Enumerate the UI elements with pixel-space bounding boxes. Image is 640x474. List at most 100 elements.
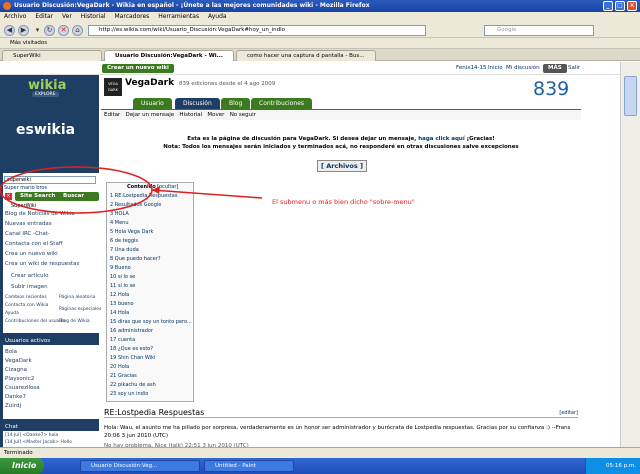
crear-articulo-link[interactable]: Crear artículo <box>11 273 48 279</box>
menu-herramientas[interactable]: Herramientas <box>158 13 199 20</box>
toc-item[interactable]: 16 administrador <box>110 328 198 334</box>
toc-item[interactable]: 2 Resultados Google <box>110 202 198 208</box>
menu-ver[interactable]: Ver <box>62 13 72 20</box>
back-icon[interactable]: ◀ <box>4 25 15 36</box>
start-button[interactable]: Inicio <box>0 458 44 474</box>
history-action[interactable]: Historial <box>179 112 202 118</box>
sidebar-item-nuevas-entradas[interactable]: Nuevas entradas <box>5 221 52 227</box>
toc-item[interactable]: 5 Hola Vega Dark <box>110 229 198 235</box>
tab-contribuciones[interactable]: Contribuciones <box>251 98 313 109</box>
forward-icon[interactable]: ▶ <box>18 25 29 36</box>
click-here-link[interactable]: haga click aquí <box>418 136 465 142</box>
move-action[interactable]: Mover <box>207 112 224 118</box>
toc-item[interactable]: 7 Una duda <box>110 247 198 253</box>
buscar-web-button[interactable]: Buscar Web <box>58 192 99 208</box>
search-input[interactable]: Google <box>484 25 594 36</box>
user-link[interactable]: Danke7 <box>5 394 26 400</box>
toc-item[interactable]: 20 Hola <box>110 364 198 370</box>
tab-usuario[interactable]: Usuario <box>133 98 172 109</box>
edit-action[interactable]: Editar <box>104 112 120 118</box>
toc-item[interactable]: 19 Shin Chan Wiki <box>110 355 198 361</box>
search-suggestion[interactable]: Super mario bros <box>4 185 47 191</box>
toc-hide-link[interactable]: [ocultar] <box>157 184 178 190</box>
subir-imagen-link[interactable]: Subir imagen <box>11 284 48 290</box>
user-link[interactable]: Zuirdj <box>5 403 21 409</box>
sidebar-item-crea-wiki[interactable]: Crea un nuevo wiki <box>5 251 58 257</box>
task-paint[interactable]: Untitled - Paint <box>204 460 294 472</box>
scrollbar[interactable] <box>620 62 640 447</box>
message-action[interactable]: Dejar un mensaje <box>126 112 175 118</box>
link-contacta-wikia[interactable]: Contacta con Wikia <box>5 303 48 308</box>
toc-item[interactable]: 22 pikachu de ash <box>110 382 198 388</box>
tab-blog[interactable]: Blog <box>221 98 251 109</box>
menu-marcadores[interactable]: Marcadores <box>115 13 150 20</box>
link-ayuda[interactable]: Ayuda <box>5 311 19 316</box>
url-input[interactable]: http://es.wikia.com/wiki/Usuario_Discusi… <box>88 25 426 36</box>
maximize-button[interactable]: □ <box>615 1 625 11</box>
toc-item[interactable]: 14 Hola <box>110 310 198 316</box>
tab-usuario-discusion[interactable]: Usuario Discusión:VegaDark - Wi... <box>104 50 234 61</box>
menu-historial[interactable]: Historial <box>81 13 106 20</box>
logout-link[interactable]: Salir <box>568 65 580 71</box>
toc-item[interactable]: 12 Hola <box>110 292 198 298</box>
sidebar-item-canal-irc[interactable]: Canal IRC -Chat- <box>5 231 50 237</box>
unfollow-action[interactable]: No seguir <box>230 112 256 118</box>
create-wiki-button[interactable]: Crear un nuevo wiki <box>102 64 174 73</box>
bookmark-mas-visitados[interactable]: Más visitados <box>10 40 47 46</box>
link-contribuciones[interactable]: Contribuciones del usuario <box>5 319 65 324</box>
wikia-logo[interactable]: wikia <box>28 78 66 93</box>
eswikia-logo[interactable]: eswikia <box>16 122 75 138</box>
toc-item[interactable]: 11 si lo se <box>110 283 198 289</box>
toc-item[interactable]: 8 Que puedo hacer? <box>110 256 198 262</box>
tab-superwiki[interactable]: SuperWiki <box>2 50 102 61</box>
toc-item[interactable]: 18 ¿Que es esto? <box>110 346 198 352</box>
user-link[interactable]: VegaDark <box>5 358 32 364</box>
sidebar-item-crea-respuestas[interactable]: Crea un wiki de respuestas <box>5 261 79 267</box>
link-pagina-aleatoria[interactable]: Página aleatoria <box>59 295 95 300</box>
toc-item[interactable]: 3 HOLA <box>110 211 198 217</box>
close-icon[interactable]: × <box>5 193 12 200</box>
menu-archivo[interactable]: Archivo <box>4 13 26 20</box>
toc-item[interactable]: 13 bueno <box>110 301 198 307</box>
tab-captura[interactable]: como hacer una captura d pantalla - Bus.… <box>236 50 376 61</box>
sidebar-item-blog-noticias[interactable]: Blog de Noticias de Wikia <box>5 211 75 217</box>
user-link[interactable]: Cizagna <box>5 367 27 373</box>
link-cambios-recientes[interactable]: Cambios recientes <box>5 295 47 300</box>
site-search-button[interactable]: Site Search <box>15 192 61 201</box>
toc-item[interactable]: 17 cuenta <box>110 337 198 343</box>
minimize-button[interactable]: _ <box>603 1 613 11</box>
more-button[interactable]: MÁS <box>543 64 567 73</box>
explore-button[interactable]: EXPLORE <box>32 92 59 97</box>
toc-item[interactable]: 9 Bueno <box>110 265 198 271</box>
menu-editar[interactable]: Editar <box>35 13 53 20</box>
toc-item[interactable]: 1 RE:Lostpedia Respuestas <box>110 193 198 199</box>
toc-item[interactable]: 10 si lo se <box>110 274 198 280</box>
dropdown-icon[interactable]: ▾ <box>32 25 43 36</box>
link-blog-wikia[interactable]: Blog de Wikia <box>59 319 90 324</box>
section-edit-link[interactable]: [editar] <box>559 410 578 416</box>
home-link[interactable]: Inicio <box>488 65 503 71</box>
task-firefox[interactable]: Usuario Discusión:Veg... <box>80 460 200 472</box>
archive-button[interactable]: [ Archivos ] <box>317 160 367 172</box>
user-link[interactable]: Csuarezllosa <box>5 385 40 391</box>
toc-item[interactable]: 21 Gracias <box>110 373 198 379</box>
close-button[interactable]: × <box>627 1 637 11</box>
user-link[interactable]: Bola <box>5 349 17 355</box>
toc-item[interactable]: 23 soy un indio <box>110 391 198 397</box>
sidebar-item-contacta-staff[interactable]: Contacta con el Staff <box>5 241 63 247</box>
toc-item[interactable]: 4 Menu <box>110 220 198 226</box>
link-paginas-especiales[interactable]: Páginas especiales <box>59 307 101 312</box>
stop-icon[interactable]: ✕ <box>58 25 69 36</box>
tab-discusion[interactable]: Discusión <box>175 98 220 109</box>
user-link[interactable]: Playsonic2 <box>5 376 34 382</box>
menu-ayuda[interactable]: Ayuda <box>208 13 227 20</box>
toc-item[interactable]: 6 de teggis <box>110 238 198 244</box>
scrollbar-thumb[interactable] <box>624 76 637 116</box>
reload-icon[interactable]: ↻ <box>44 25 55 36</box>
wiki-search-input[interactable]: superwiki <box>4 176 96 184</box>
toc-item[interactable]: 15 diras que soy un tonto pero... <box>110 319 198 325</box>
home-icon[interactable]: ⌂ <box>72 25 83 36</box>
search-suggestion-2[interactable]: SuperWiki <box>11 203 36 209</box>
user-link[interactable]: Fenix14-15 <box>456 65 487 71</box>
mywiki-link[interactable]: Mi discusión <box>506 65 540 71</box>
